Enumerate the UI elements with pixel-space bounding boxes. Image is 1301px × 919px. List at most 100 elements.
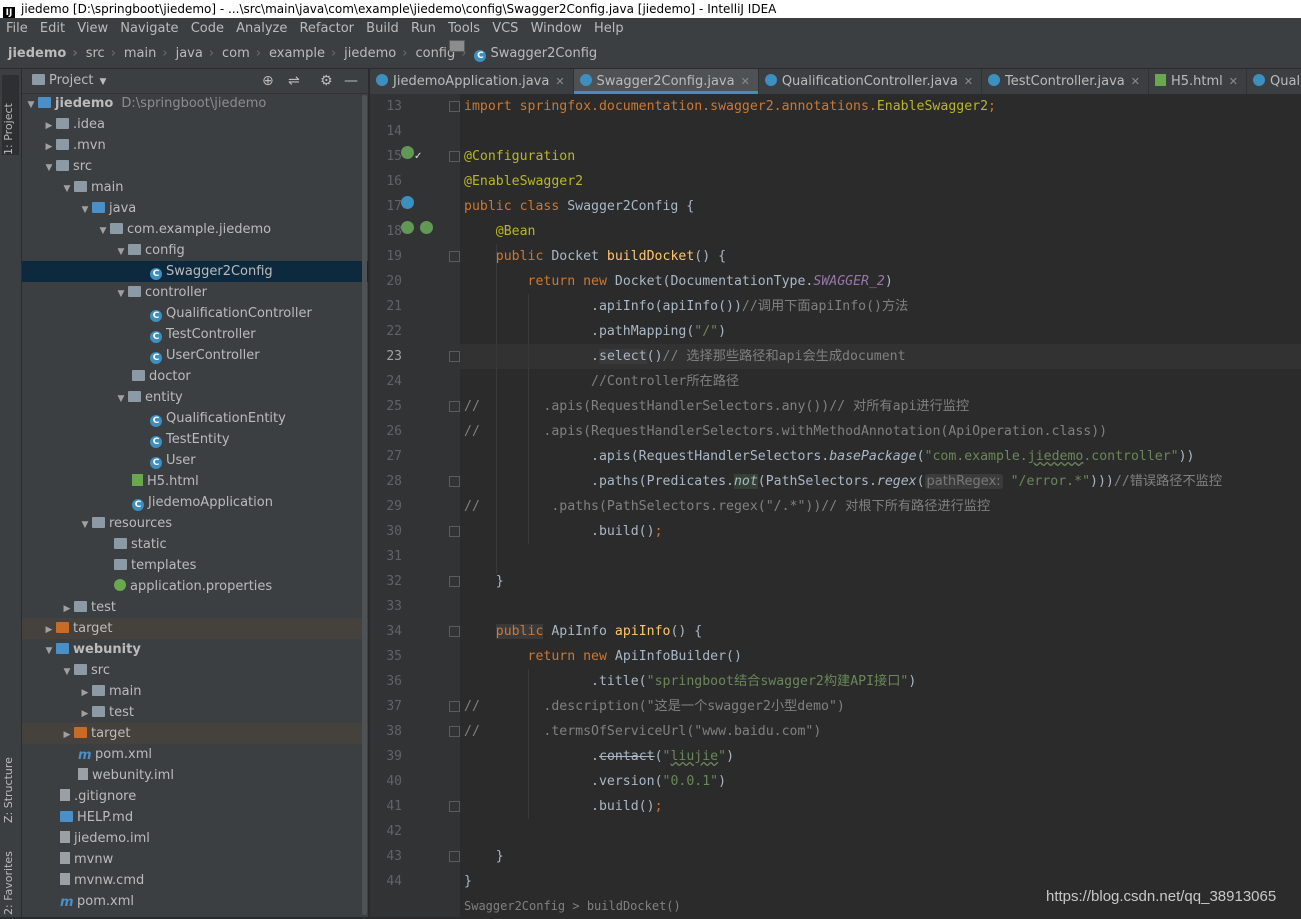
menu-navigate[interactable]: Navigate	[120, 21, 178, 36]
tree-item-controller[interactable]: ▼ controller	[22, 282, 368, 303]
menu-tools[interactable]: Tools	[448, 21, 480, 36]
tree-item-package[interactable]: ▼ com.example.jiedemo	[22, 219, 368, 240]
tree-item-templates[interactable]: templates	[22, 555, 368, 576]
breadcrumb-item[interactable]: src ›	[86, 40, 465, 68]
code-line-23[interactable]: .select()// 选择那些路径和api会生成document	[464, 344, 1222, 369]
collapsed-arrow-icon[interactable]: ▶	[42, 116, 56, 137]
tree-item-resources[interactable]: ▼ resources	[22, 513, 368, 534]
code-line-42[interactable]	[464, 819, 1222, 844]
project-scrollbar[interactable]	[362, 95, 367, 915]
tree-item-usercontroller[interactable]: C UserController	[22, 345, 368, 366]
menu-view[interactable]: View	[77, 21, 108, 36]
fold-marker-icon[interactable]	[449, 851, 460, 862]
breadcrumb-item[interactable]: java ›	[176, 40, 465, 68]
close-icon[interactable]: ✕	[741, 75, 750, 88]
expanded-arrow-icon[interactable]: ▼	[42, 158, 56, 179]
tree-item-mvn[interactable]: ▶ .mvn	[22, 135, 368, 156]
code-line-14[interactable]	[464, 119, 1222, 144]
fold-marker-icon[interactable]	[449, 101, 460, 112]
tree-item-test[interactable]: ▶ test	[22, 597, 368, 618]
code-line-29[interactable]: // .paths(PathSelectors.regex("/.*"))// …	[464, 494, 1222, 519]
code-line-20[interactable]: return new Docket(DocumentationType.SWAG…	[464, 269, 1222, 294]
close-icon[interactable]: ✕	[1131, 75, 1140, 88]
menu-run[interactable]: Run	[411, 21, 436, 36]
tree-item-main[interactable]: ▼ main	[22, 177, 368, 198]
menu-refactor[interactable]: Refactor	[299, 21, 354, 36]
close-icon[interactable]: ✕	[1229, 75, 1238, 88]
fold-marker-icon[interactable]	[449, 576, 460, 587]
close-icon[interactable]: ✕	[964, 75, 973, 88]
breadcrumb-item[interactable]: jiedemo ›	[8, 40, 465, 68]
tree-item-qualificationentity[interactable]: C QualificationEntity	[22, 408, 368, 429]
tab-testcontroller[interactable]: TestController.java ✕	[982, 69, 1149, 94]
menu-window[interactable]: Window	[531, 21, 582, 36]
code-line-41[interactable]: .build();	[464, 794, 1222, 819]
expanded-arrow-icon[interactable]: ▼	[24, 95, 38, 116]
tree-item-static[interactable]: static	[22, 534, 368, 555]
tree-item-webunity-pom[interactable]: m pom.xml	[22, 744, 368, 765]
tree-item-webunity-test[interactable]: ▶ test	[22, 702, 368, 723]
menu-code[interactable]: Code	[191, 21, 224, 36]
tree-item-src[interactable]: ▼ src	[22, 156, 368, 177]
tab-qualificationentity[interactable]: QualificationEn	[1247, 69, 1301, 94]
code-line-25[interactable]: // .apis(RequestHandlerSelectors.any())/…	[464, 394, 1222, 419]
menu-analyze[interactable]: Analyze	[236, 21, 287, 36]
code-line-32[interactable]: }	[464, 569, 1222, 594]
hide-icon[interactable]: —	[344, 69, 358, 93]
collapsed-arrow-icon[interactable]: ▶	[60, 599, 74, 620]
collapsed-arrow-icon[interactable]: ▶	[42, 137, 56, 158]
code-line-16[interactable]: @EnableSwagger2	[464, 169, 1222, 194]
breadcrumb-item[interactable]: main ›	[124, 40, 465, 68]
navigate-bean-gutter-icon[interactable]	[401, 221, 433, 237]
tree-item-gitignore[interactable]: .gitignore	[22, 786, 368, 807]
code-line-30[interactable]: .build();	[464, 519, 1222, 544]
chevron-down-icon[interactable]: ▼	[99, 77, 106, 87]
tab-favorites-tool[interactable]: 2: Favorites	[2, 839, 19, 915]
tree-item-application-properties[interactable]: application.properties	[22, 576, 368, 597]
fold-marker-icon[interactable]	[449, 526, 460, 537]
tab-structure-tool[interactable]: Z: Structure	[2, 739, 19, 823]
tree-item-jiedemo[interactable]: ▼ jiedemo D:\springboot\jiedemo	[22, 93, 368, 114]
collapsed-arrow-icon[interactable]: ▶	[60, 725, 74, 746]
tree-item-help-md[interactable]: HELP.md	[22, 807, 368, 828]
tree-item-entity[interactable]: ▼ entity	[22, 387, 368, 408]
fold-marker-icon[interactable]	[449, 351, 460, 362]
menu-edit[interactable]: Edit	[40, 21, 65, 36]
expanded-arrow-icon[interactable]: ▼	[96, 221, 110, 242]
tree-item-swagger2config[interactable]: C Swagger2Config	[22, 261, 368, 282]
tree-item-target[interactable]: ▶ target	[22, 618, 368, 639]
locate-icon[interactable]: ⊕	[262, 69, 274, 93]
fold-marker-icon[interactable]	[449, 251, 460, 262]
expanded-arrow-icon[interactable]: ▼	[78, 515, 92, 536]
expanded-arrow-icon[interactable]: ▼	[114, 284, 128, 305]
tree-item-mvnw[interactable]: mvnw	[22, 849, 368, 870]
tree-item-idea[interactable]: ▶ .idea	[22, 114, 368, 135]
code-line-17[interactable]: public class Swagger2Config {	[464, 194, 1222, 219]
tree-item-webunity-iml[interactable]: webunity.iml	[22, 765, 368, 786]
code-line-28[interactable]: .paths(Predicates.not(PathSelectors.rege…	[464, 469, 1222, 494]
code-line-24[interactable]: //Controller所在路径	[464, 369, 1222, 394]
code-line-34[interactable]: public ApiInfo apiInfo() {	[464, 619, 1222, 644]
code-line-13[interactable]: import springfox.documentation.swagger2.…	[464, 94, 1222, 119]
collapsed-arrow-icon[interactable]: ▶	[42, 620, 56, 641]
menu-help[interactable]: Help	[594, 21, 624, 36]
code-line-21[interactable]: .apiInfo(apiInfo())//调用下面apiInfo()方法	[464, 294, 1222, 319]
code-line-38[interactable]: // .termsOfServiceUrl("www.baidu.com")	[464, 719, 1222, 744]
breadcrumb-item[interactable]: config ›	[415, 40, 466, 68]
code-line-37[interactable]: // .description("这是一个swagger2小型demo")	[464, 694, 1222, 719]
tree-item-webunity[interactable]: ▼ webunity	[22, 639, 368, 660]
code-line-40[interactable]: .version("0.0.1")	[464, 769, 1222, 794]
tree-item-config[interactable]: ▼ config	[22, 240, 368, 261]
breadcrumb-item[interactable]: C Swagger2Config	[474, 40, 597, 68]
spring-bean-gutter-icon[interactable]	[401, 196, 414, 212]
menu-file[interactable]: File	[6, 21, 28, 36]
collapsed-arrow-icon[interactable]: ▶	[78, 704, 92, 725]
tab-qualificationcontroller[interactable]: QualificationController.java ✕	[759, 69, 983, 94]
fold-marker-icon[interactable]	[449, 626, 460, 637]
spring-bean-gutter-icon[interactable]: ✓	[401, 146, 422, 163]
code-line-36[interactable]: .title("springboot结合swagger2构建API接口")	[464, 669, 1222, 694]
tab-jiedemoapplication[interactable]: JiedemoApplication.java ✕	[370, 69, 574, 94]
menu-build[interactable]: Build	[366, 21, 399, 36]
code-line-15[interactable]: @Configuration	[464, 144, 1222, 169]
fold-marker-icon[interactable]	[449, 726, 460, 737]
